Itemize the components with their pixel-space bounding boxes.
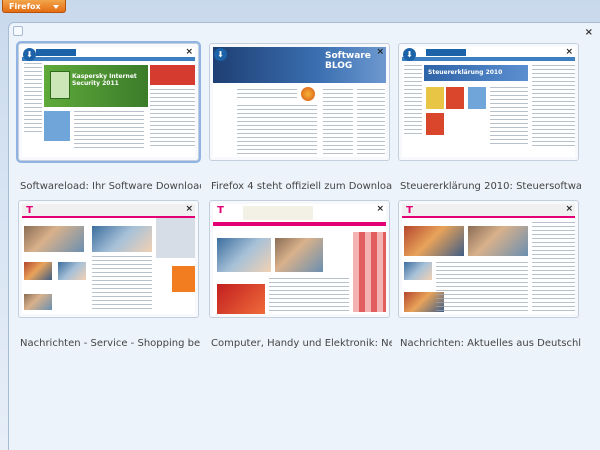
sidebar-links (24, 63, 42, 153)
page-preview: Software BLOG (213, 47, 386, 157)
banner-text: Kaspersky Internet Security 2011 (72, 73, 137, 87)
telekom-header (22, 204, 195, 218)
news-photo (92, 226, 152, 252)
tab-thumbnail-1[interactable]: Kaspersky Internet Security 2011 ⬇ × (18, 43, 199, 161)
tab-thumbnail-5[interactable]: T × (209, 200, 390, 318)
tab-title: Steuererklärung 2010: Steuersoftware (400, 181, 581, 192)
nav-bar (213, 222, 386, 226)
close-tab-icon[interactable]: × (565, 204, 573, 214)
softwareload-logo (36, 49, 76, 56)
telekom-icon: T (26, 205, 33, 216)
telekom-header (402, 204, 575, 218)
page-preview (213, 204, 386, 314)
nav-bar (22, 57, 195, 61)
download-icon: ⬇ (403, 48, 416, 61)
firefox-menu-label: Firefox (9, 2, 41, 11)
tab-thumbnail-3[interactable]: Steuererklärung 2010 ⬇ × (398, 43, 579, 161)
telekom-icon: T (217, 205, 224, 216)
download-icon: ⬇ (214, 48, 227, 61)
page-preview (22, 204, 195, 314)
kaspersky-banner: Kaspersky Internet Security 2011 (44, 65, 148, 107)
news-photo (24, 294, 52, 310)
news-photo (217, 238, 271, 272)
news-photo (24, 262, 52, 280)
chevron-down-icon (53, 5, 59, 9)
news-photo (468, 226, 528, 256)
chart-box (353, 232, 386, 312)
banner-text: Steuererklärung 2010 (428, 69, 503, 76)
product-image (468, 87, 486, 109)
firefox-menu-button[interactable]: Firefox (2, 0, 66, 13)
softwareload-logo (426, 49, 466, 56)
nav-bar (402, 57, 575, 61)
tab-thumbnail-2[interactable]: Software BLOG ⬇ × (209, 43, 390, 161)
tab-thumbnail-4[interactable]: T × (18, 200, 199, 318)
product-image (426, 113, 444, 135)
close-tab-icon[interactable]: × (565, 47, 573, 57)
ad-box (172, 266, 195, 292)
page-preview: Kaspersky Internet Security 2011 (22, 47, 195, 157)
product-image (426, 87, 444, 109)
close-group-icon[interactable]: × (585, 27, 593, 38)
flash-image (217, 284, 265, 314)
steuer-banner: Steuererklärung 2010 (424, 65, 528, 81)
download-icon: ⬇ (23, 48, 36, 61)
news-photo (24, 226, 84, 252)
news-photo (275, 238, 323, 272)
promo-box (150, 65, 195, 85)
tab-title: Softwareload: Ihr Software Download (20, 181, 201, 192)
page-preview (402, 204, 575, 314)
product-image (446, 87, 464, 109)
close-tab-icon[interactable]: × (185, 47, 193, 57)
tab-thumbnail-6[interactable]: T × (398, 200, 579, 318)
close-tab-icon[interactable]: × (376, 47, 384, 57)
ad-box (156, 218, 195, 258)
blog-header: Software BLOG (213, 47, 386, 83)
tab-group-icon[interactable] (13, 26, 23, 36)
close-tab-icon[interactable]: × (185, 204, 193, 214)
product-image (44, 111, 70, 141)
telekom-icon: T (406, 205, 413, 216)
news-photo (404, 262, 432, 280)
page-preview: Steuererklärung 2010 (402, 47, 575, 157)
news-photo (58, 262, 86, 280)
tab-title: Firefox 4 steht offiziell zum Download (211, 181, 392, 192)
firefox-logo (301, 87, 315, 101)
close-tab-icon[interactable]: × (376, 204, 384, 214)
tab-title: Nachrichten: Aktuelles aus Deutschlar (400, 338, 581, 349)
vaio-banner (243, 206, 313, 220)
news-photo (404, 226, 464, 256)
tab-title: Computer, Handy und Elektronik: Nev (211, 338, 392, 349)
tab-title: Nachrichten - Service - Shopping bei (20, 338, 201, 349)
